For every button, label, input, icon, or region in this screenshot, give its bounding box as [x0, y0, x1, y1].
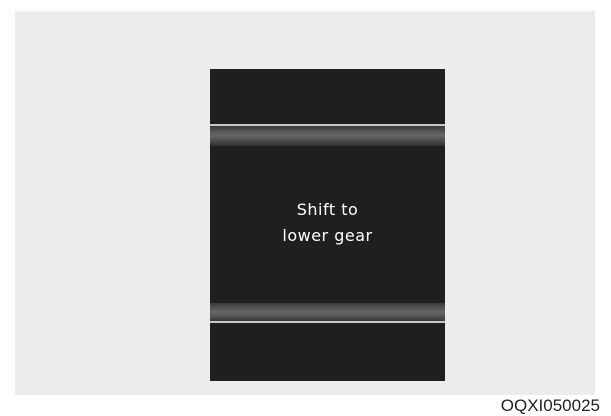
shift-message: Shift to lower gear	[210, 197, 445, 249]
cluster-display-screen: Shift to lower gear	[210, 69, 445, 381]
bottom-divider-line	[210, 321, 445, 323]
top-shading-band	[210, 126, 445, 146]
figure-code: OQXI050025	[500, 396, 600, 415]
shift-message-line1: Shift to	[296, 200, 359, 219]
bottom-shading-band	[210, 303, 445, 323]
shift-message-line2: lower gear	[282, 226, 373, 245]
illustration-panel: Shift to lower gear	[15, 11, 595, 395]
